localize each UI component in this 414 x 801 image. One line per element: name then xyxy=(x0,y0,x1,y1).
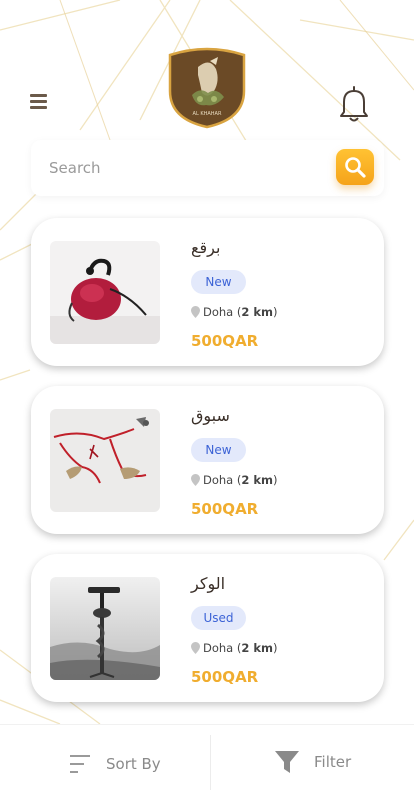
menu-button[interactable] xyxy=(30,94,50,114)
listing-location: Doha (2 km) xyxy=(191,641,278,655)
filter-label: Filter xyxy=(314,753,352,771)
bottom-bar-divider xyxy=(210,735,211,790)
listing-city: Doha xyxy=(203,473,234,487)
falcon-jesses-photo xyxy=(50,409,160,512)
sort-by-label: Sort By xyxy=(106,755,161,773)
svg-text:AL KHAHAR: AL KHAHAR xyxy=(193,111,222,117)
funnel-icon xyxy=(275,751,299,773)
listing-location: Doha (2 km) xyxy=(191,305,278,319)
location-pin-icon xyxy=(191,642,200,654)
listing-distance: 2 km xyxy=(241,641,274,655)
condition-badge: New xyxy=(191,438,246,462)
search-bar xyxy=(31,140,384,196)
brand-logo: AL KHAHAR xyxy=(168,47,246,129)
listing-location: Doha (2 km) xyxy=(191,473,278,487)
condition-badge: Used xyxy=(191,606,246,630)
bell-icon xyxy=(340,86,368,122)
bottom-action-bar: Sort By Filter xyxy=(0,724,414,801)
hamburger-icon xyxy=(30,94,50,109)
listing-distance: 2 km xyxy=(241,473,274,487)
listing-image xyxy=(50,577,160,680)
search-icon xyxy=(345,157,366,178)
listing-price: 500QAR xyxy=(191,332,259,350)
listing-card[interactable]: سبوق New Doha (2 km) 500QAR xyxy=(31,386,384,534)
listing-price: 500QAR xyxy=(191,668,259,686)
condition-badge: New xyxy=(191,270,246,294)
listing-image xyxy=(50,409,160,512)
listing-card[interactable]: برقع New Doha (2 km) 500QAR xyxy=(31,218,384,366)
listing-city: Doha xyxy=(203,641,234,655)
search-button[interactable] xyxy=(336,149,374,185)
search-input[interactable] xyxy=(49,154,329,182)
listing-card[interactable]: الوكر Used Doha (2 km) 500QAR xyxy=(31,554,384,702)
filter-button[interactable]: Filter xyxy=(274,747,351,777)
listing-image xyxy=(50,241,160,344)
listing-city: Doha xyxy=(203,305,234,319)
falcon-perch-photo xyxy=(50,577,160,680)
notifications-button[interactable] xyxy=(338,84,370,124)
listing-title: سبوق xyxy=(191,406,230,425)
sort-by-button[interactable]: Sort By xyxy=(68,749,161,779)
location-pin-icon xyxy=(191,474,200,486)
listing-price: 500QAR xyxy=(191,500,259,518)
falcon-hood-photo xyxy=(50,241,160,344)
app-header: AL KHAHAR xyxy=(0,0,414,140)
location-pin-icon xyxy=(191,306,200,318)
sort-lines-icon xyxy=(70,755,90,773)
listing-title: برقع xyxy=(191,238,221,257)
listing-distance: 2 km xyxy=(241,305,274,319)
listing-title: الوكر xyxy=(191,574,226,593)
